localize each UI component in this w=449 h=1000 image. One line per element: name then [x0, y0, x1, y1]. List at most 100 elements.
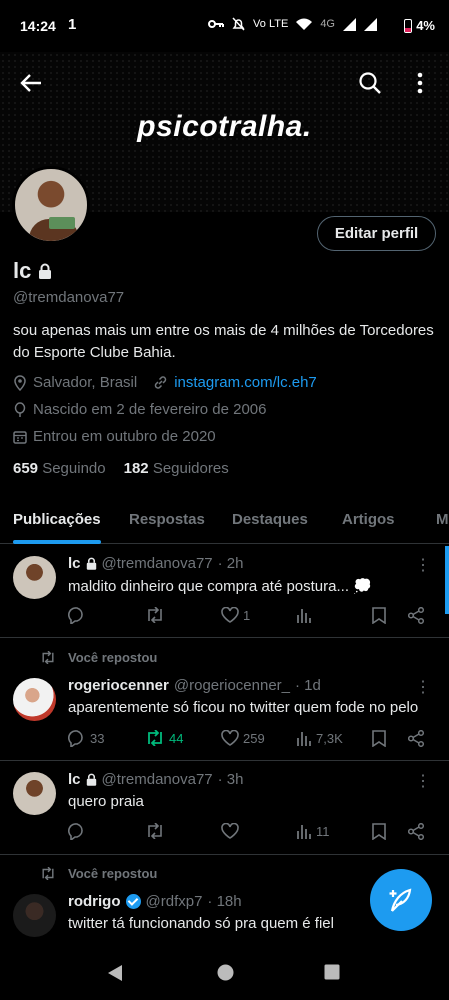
bookmark-button[interactable] [372, 823, 386, 840]
repost-button[interactable] [145, 823, 165, 839]
tab-destaques[interactable]: Destaques [232, 511, 308, 528]
post-more-icon[interactable]: ⋮ [415, 771, 431, 791]
more-options-button[interactable] [402, 65, 438, 101]
like-count: 259 [243, 730, 265, 746]
reply-button[interactable] [68, 823, 86, 840]
lock-icon [86, 773, 96, 786]
post-item[interactable]: lc @tremdanova77 · 2h ⋮ maldito dinheiro… [0, 545, 449, 638]
network-type: 4G [320, 18, 335, 30]
share-button[interactable] [408, 823, 425, 840]
reply-button[interactable] [68, 607, 86, 624]
signal-icon-2 [364, 17, 377, 31]
profile-meta-row-1: Salvador, Brasil instagram.com/lc.eh7 [13, 374, 317, 391]
share-icon [408, 730, 425, 747]
heart-icon [221, 607, 239, 623]
post-author-handle: @tremdanova77 [101, 555, 213, 572]
repost-button[interactable] [145, 607, 165, 623]
notification-icon: 1 [68, 16, 77, 33]
reply-icon [68, 823, 83, 840]
battery-icon [404, 18, 413, 33]
share-icon [408, 823, 425, 840]
post-time: · 3h [217, 771, 244, 788]
more-vertical-icon [417, 72, 423, 94]
post-author-name[interactable]: rodrigo [68, 893, 121, 910]
post-more-icon[interactable]: ⋮ [415, 677, 431, 697]
bookmark-button[interactable] [372, 607, 386, 624]
back-button[interactable] [13, 65, 49, 101]
battery-level: 4% [416, 18, 435, 33]
nav-home-icon[interactable] [217, 964, 234, 981]
signal-icon [343, 17, 356, 31]
reply-icon [68, 607, 83, 624]
repost-button[interactable]: 44 [145, 730, 183, 746]
verified-badge-icon [125, 894, 141, 909]
status-time: 14:24 [20, 18, 56, 34]
tab-respostas[interactable]: Respostas [129, 511, 205, 528]
repost-count: 44 [169, 730, 184, 746]
profile-avatar[interactable] [12, 166, 90, 244]
avatar[interactable] [13, 772, 56, 815]
repost-indicator: Você repostou [40, 866, 157, 881]
repost-icon [42, 651, 54, 664]
heart-icon [221, 823, 239, 839]
nav-recents-icon[interactable] [324, 964, 340, 980]
search-icon [359, 72, 381, 94]
bookmark-icon [372, 823, 386, 840]
views-button[interactable] [296, 607, 312, 623]
views-icon [297, 825, 311, 839]
views-button[interactable]: 11 [296, 823, 330, 839]
lock-icon [86, 557, 96, 570]
post-author-name[interactable]: lc [68, 555, 81, 572]
repost-icon [148, 730, 162, 746]
mute-icon [232, 17, 245, 31]
tab-midia[interactable]: M [436, 511, 449, 528]
like-button[interactable] [221, 823, 239, 839]
avatar[interactable] [13, 894, 56, 937]
share-button[interactable] [408, 607, 425, 624]
compose-post-button[interactable] [370, 869, 432, 931]
wifi-icon [296, 18, 313, 30]
tab-artigos[interactable]: Artigos [342, 511, 395, 528]
avatar[interactable] [13, 556, 56, 599]
edit-profile-button[interactable]: Editar perfil [317, 216, 436, 251]
post-text: quero praia [68, 793, 144, 810]
post-item[interactable]: Você repostou rogeriocenner @rogeriocenn… [0, 638, 449, 761]
location-icon [14, 374, 26, 391]
compose-feather-icon [389, 888, 412, 912]
like-button[interactable]: 1 [221, 607, 250, 623]
android-nav-bar [0, 944, 449, 1000]
views-icon [297, 732, 311, 746]
avatar[interactable] [13, 678, 56, 721]
post-more-icon[interactable]: ⋮ [415, 555, 431, 575]
volte-icon: Vo LTE [253, 18, 289, 30]
repost-icon [148, 823, 162, 839]
followers-link[interactable]: 182 Seguidores [124, 460, 229, 477]
views-button[interactable]: 7,3K [296, 730, 343, 746]
reply-button[interactable]: 33 [68, 730, 104, 747]
following-link[interactable]: 659 Seguindo [13, 460, 106, 477]
profile-meta-row-2: Nascido em 2 de fevereiro de 2006 [13, 401, 266, 418]
bookmark-button[interactable] [372, 730, 386, 747]
search-button[interactable] [352, 65, 388, 101]
post-time: · 1d [295, 677, 321, 694]
post-item[interactable]: lc @tremdanova77 · 3h ⋮ quero praia 11 [0, 761, 449, 855]
arrow-left-icon [20, 74, 41, 92]
profile-link[interactable]: instagram.com/lc.eh7 [174, 374, 317, 391]
banner-title: psicotralha. [137, 110, 312, 143]
post-text: twitter tá funcionando só pra quem é fie… [68, 915, 334, 932]
battery-indicator: 4% [404, 18, 435, 33]
lock-icon [39, 263, 52, 279]
profile-location: Salvador, Brasil [33, 374, 138, 391]
post-author-name[interactable]: lc [68, 771, 81, 788]
tab-publicacoes[interactable]: Publicações [13, 511, 101, 528]
share-button[interactable] [408, 730, 425, 747]
post-author-handle: @rogeriocenner_ [173, 677, 291, 694]
status-bar: 14:24 1 Vo LTE 4G 4% [0, 0, 449, 52]
profile-join-date: Entrou em outubro de 2020 [33, 428, 216, 445]
nav-back-icon[interactable] [107, 964, 123, 982]
status-icons: Vo LTE 4G [208, 17, 377, 31]
thought-balloon-icon: 💭 [353, 578, 372, 595]
post-author-name[interactable]: rogeriocenner [68, 677, 169, 694]
like-button[interactable]: 259 [221, 730, 265, 746]
post-text: aparentemente só ficou no twitter quem f… [68, 699, 419, 716]
